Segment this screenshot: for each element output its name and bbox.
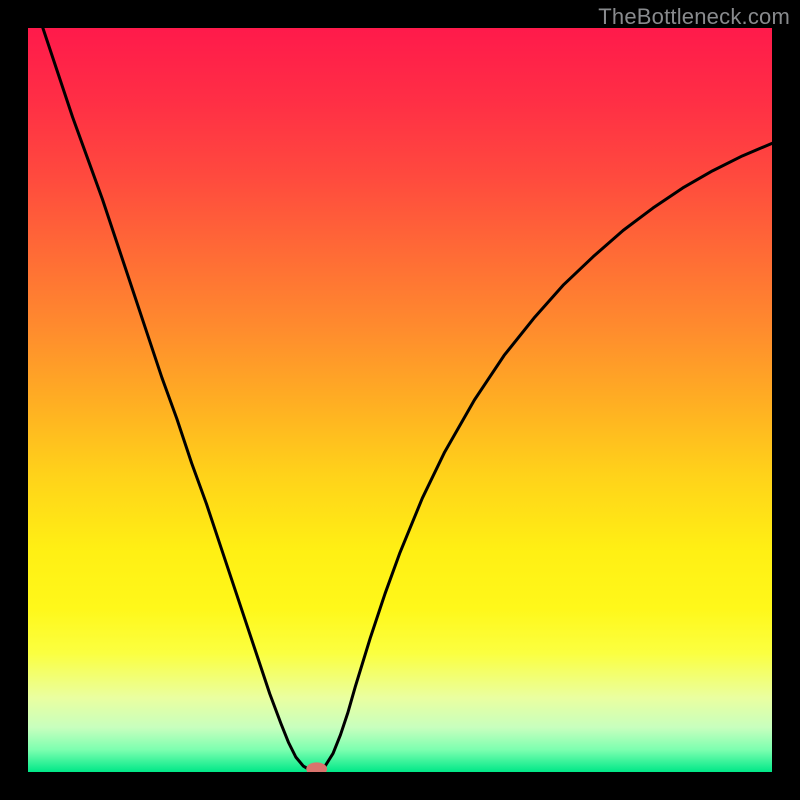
chart-background: [28, 28, 772, 772]
watermark-text: TheBottleneck.com: [598, 4, 790, 30]
bottleneck-chart: [28, 28, 772, 772]
chart-frame: TheBottleneck.com: [0, 0, 800, 800]
chart-svg: [28, 28, 772, 772]
